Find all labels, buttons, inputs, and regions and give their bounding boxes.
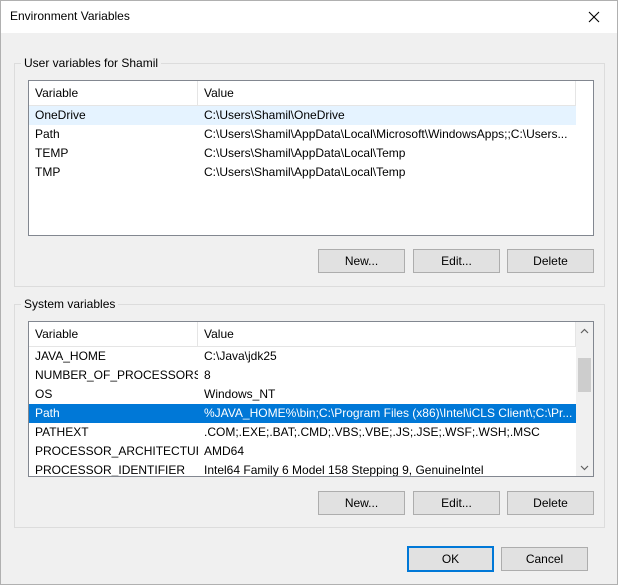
variable-value-cell: C:\Users\Shamil\AppData\Local\Microsoft\… [204, 127, 568, 141]
system-list-header: Variable Value [29, 322, 576, 347]
table-row[interactable]: NUMBER_OF_PROCESSORS 8 [29, 366, 576, 385]
table-row[interactable]: Path C:\Users\Shamil\AppData\Local\Micros… [29, 125, 576, 144]
table-row[interactable]: OneDrive C:\Users\Shamil\OneDrive [29, 106, 576, 125]
variable-value-cell: C:\Users\Shamil\AppData\Local\Temp [204, 146, 406, 160]
variable-name-cell: PROCESSOR_IDENTIFIER [35, 463, 186, 477]
user-column-variable[interactable]: Variable [29, 81, 198, 105]
system-delete-button[interactable]: Delete [507, 491, 594, 515]
system-new-button[interactable]: New... [318, 491, 405, 515]
cancel-button[interactable]: Cancel [501, 547, 588, 571]
table-row[interactable]: PROCESSOR_ARCHITECTURE AMD64 [29, 442, 576, 461]
scroll-up-button[interactable] [576, 322, 593, 339]
table-row[interactable]: PROCESSOR_IDENTIFIER Intel64 Family 6 Mod… [29, 461, 576, 477]
table-row[interactable]: JAVA_HOME C:\Java\jdk25 [29, 347, 576, 366]
variable-value-cell: .COM;.EXE;.BAT;.CMD;.VBS;.VBE;.JS;.JSE;.… [204, 425, 540, 439]
variable-value-cell: C:\Users\Shamil\OneDrive [204, 108, 345, 122]
variable-value-cell: Windows_NT [204, 387, 276, 401]
table-row[interactable]: OS Windows_NT [29, 385, 576, 404]
variable-name-cell: TEMP [35, 146, 69, 160]
system-edit-button[interactable]: Edit... [413, 491, 500, 515]
variable-value-cell: C:\Users\Shamil\AppData\Local\Temp [204, 165, 406, 179]
variable-name-cell: NUMBER_OF_PROCESSORS [35, 368, 198, 382]
title-bar: Environment Variables [1, 1, 617, 33]
user-variables-group: User variables for Shamil Variable Value… [14, 56, 605, 287]
user-delete-button[interactable]: Delete [507, 249, 594, 273]
variable-name-cell: TMP [35, 165, 61, 179]
scroll-thumb[interactable] [578, 358, 591, 392]
variable-name-cell: OneDrive [35, 108, 86, 122]
user-list-header: Variable Value [29, 81, 576, 106]
environment-variables-dialog: Environment Variables User variables for… [0, 0, 618, 585]
user-new-button[interactable]: New... [318, 249, 405, 273]
system-variables-group-label: System variables [21, 297, 119, 311]
system-column-variable[interactable]: Variable [29, 322, 198, 346]
system-variables-group: System variables Variable Value JAVA_HOM… [14, 297, 605, 528]
variable-name-cell: Path [35, 127, 60, 141]
variable-value-cell: AMD64 [204, 444, 245, 458]
system-variables-list[interactable]: Variable Value JAVA_HOME C:\Java\jdk25 NUM… [28, 321, 594, 477]
scroll-down-button[interactable] [576, 459, 593, 476]
variable-value-cell: %JAVA_HOME%\bin;C:\Program Files (x86)\I… [204, 406, 573, 420]
window-title: Environment Variables [10, 9, 130, 23]
table-row[interactable]: TMP C:\Users\Shamil\AppData\Local\Temp [29, 163, 576, 182]
variable-value-cell: 8 [204, 368, 211, 382]
variable-name-cell: PATHEXT [35, 425, 89, 439]
table-row[interactable]: Path %JAVA_HOME%\bin;C:\Program Files (x8… [29, 404, 576, 423]
close-button[interactable] [571, 1, 617, 32]
close-icon [588, 11, 600, 22]
scroll-up-arrow-icon [580, 328, 589, 333]
system-column-value[interactable]: Value [198, 322, 576, 346]
user-variables-group-label: User variables for Shamil [21, 56, 162, 70]
ok-button[interactable]: OK [407, 546, 494, 572]
variable-name-cell: PROCESSOR_ARCHITECTURE [35, 444, 198, 458]
variable-value-cell: C:\Java\jdk25 [204, 349, 277, 363]
user-column-value[interactable]: Value [198, 81, 576, 105]
variable-name-cell: OS [35, 387, 53, 401]
user-edit-button[interactable]: Edit... [413, 249, 500, 273]
table-row[interactable]: PATHEXT .COM;.EXE;.BAT;.CMD;.VBS;.VBE;.JS… [29, 423, 576, 442]
scroll-down-arrow-icon [580, 465, 589, 470]
system-list-scrollbar[interactable] [576, 322, 593, 476]
variable-value-cell: Intel64 Family 6 Model 158 Stepping 9, G… [204, 463, 484, 477]
variable-name-cell: JAVA_HOME [35, 349, 106, 363]
table-row[interactable]: TEMP C:\Users\Shamil\AppData\Local\Temp [29, 144, 576, 163]
user-variables-list[interactable]: Variable Value OneDrive C:\Users\Shamil\O… [28, 80, 594, 236]
variable-name-cell: Path [35, 406, 60, 420]
